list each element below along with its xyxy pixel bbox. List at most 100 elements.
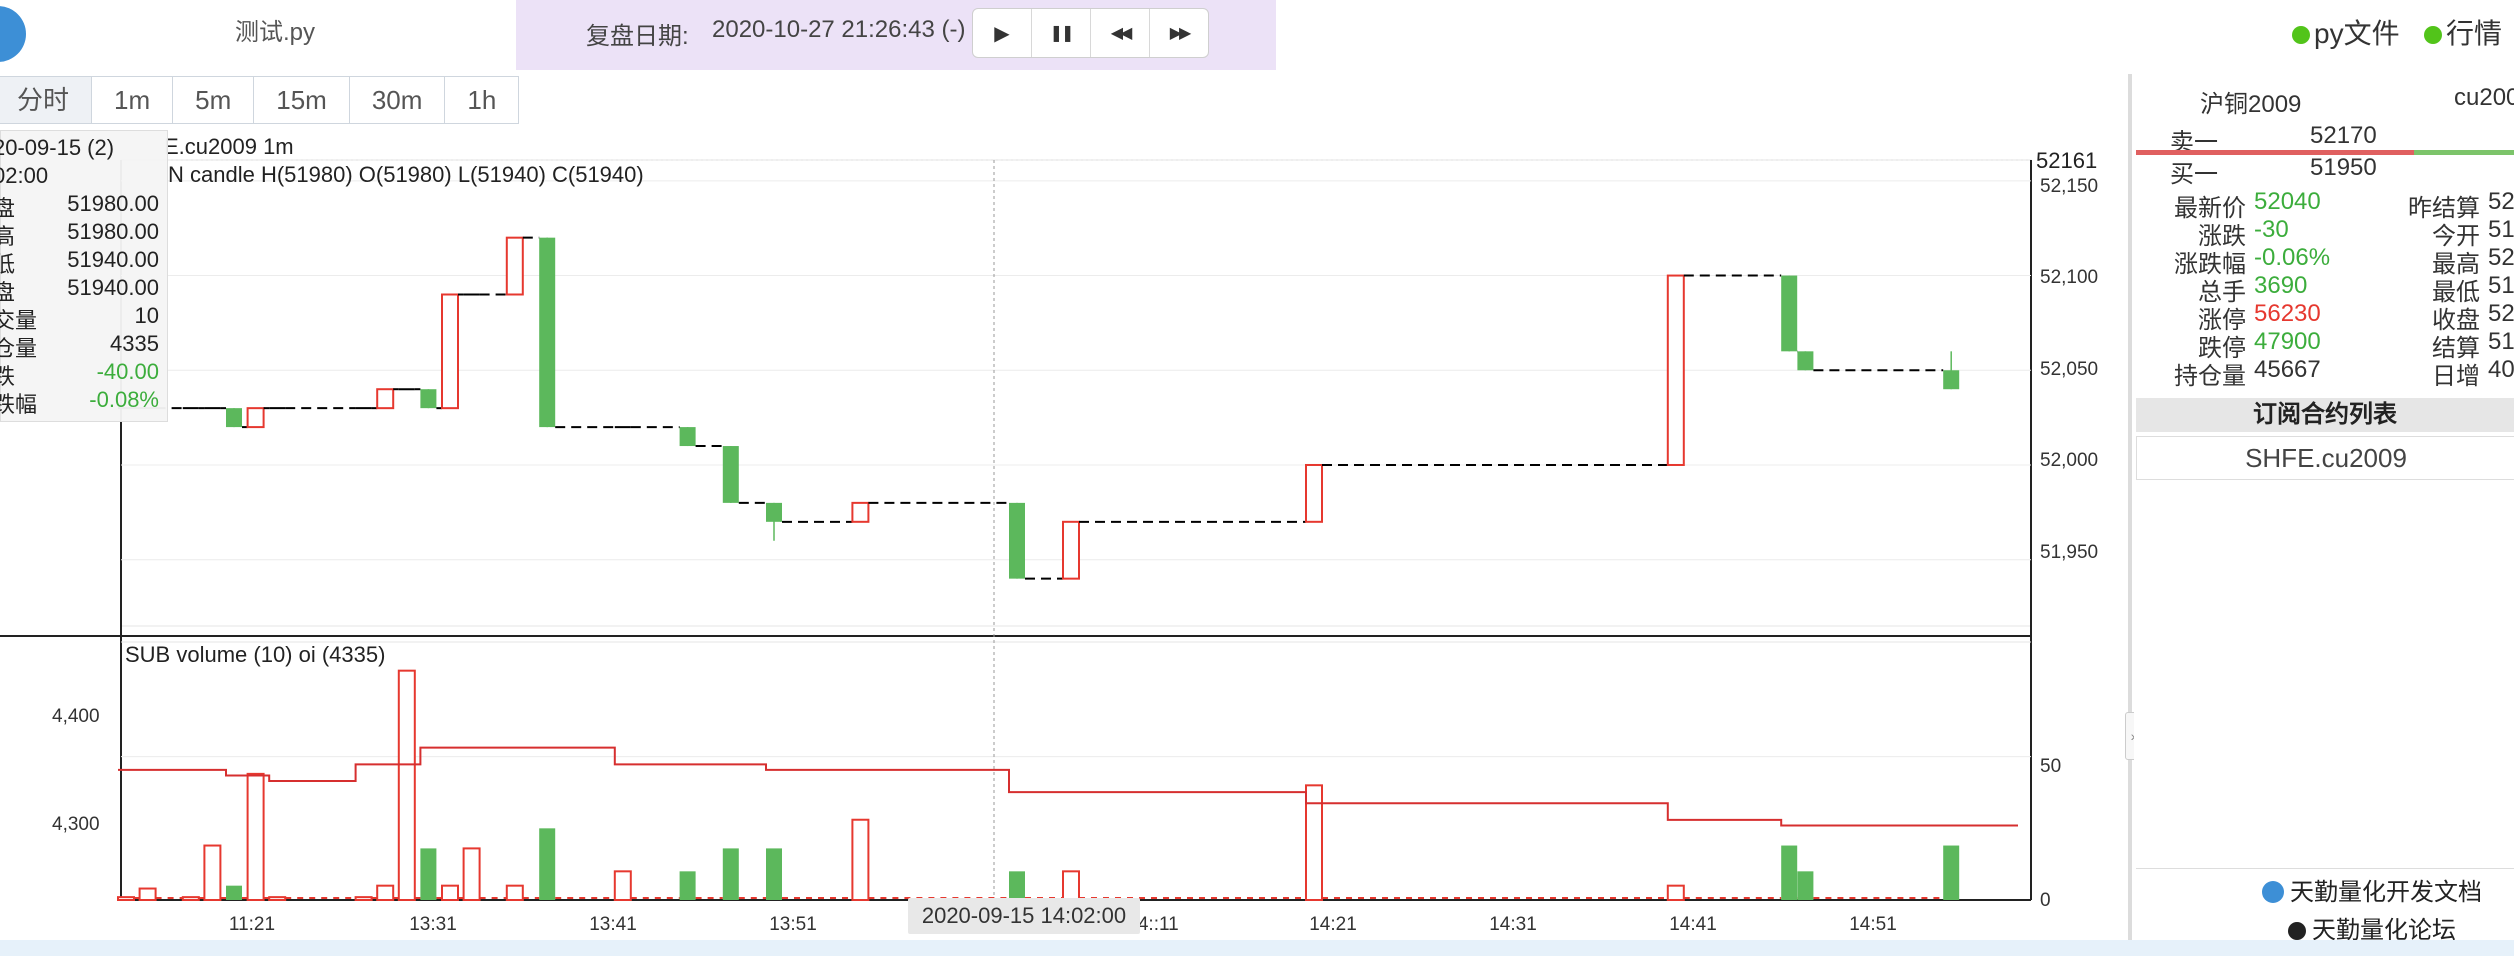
subscription-list-header: 订阅合约列表 [2136,398,2514,432]
panel-separator [2128,74,2132,940]
tab-5m[interactable]: 5m [173,77,255,123]
field-value: 52040 [2254,188,2321,215]
play-button[interactable]: ▶ [973,9,1032,57]
field-label: 持仓量 [2174,363,2246,390]
oi-tick: 4,300 [52,814,100,835]
volume-bar [462,847,481,902]
tooltip-value: 51940.00 [67,247,159,272]
volume-bar [268,896,287,902]
volume-bar [354,896,373,902]
replay-bar: 复盘日期: 2020-10-27 21:26:43 (-) ▶ ❚❚ ◀◀ ▶▶ [516,0,1276,70]
candle [539,237,556,428]
top-bar: 测试.py 复盘日期: 2020-10-27 21:26:43 (-) ▶ ❚❚… [0,0,2514,70]
main-legend: N candle H(51980) O(51980) L(51940) C(51… [168,162,644,187]
tooltip-label: 跌幅 [0,392,38,417]
volume-bar [226,885,242,900]
time-tick: 11:21 [229,914,275,935]
candle [1943,370,1960,390]
field-value: 52 [2488,244,2514,271]
py-file-link[interactable]: py文件 [2292,12,2400,52]
field-value: -30 [2254,216,2289,243]
app-logo-icon [0,6,26,62]
replay-date-label: 复盘日期: [586,23,689,50]
replay-controls: ▶ ❚❚ ◀◀ ▶▶ [972,8,1209,58]
bid-label: 买一 [2170,161,2218,188]
tab-timeshare[interactable]: 分时 [0,77,93,123]
candle [679,427,696,447]
volume-bar [1062,870,1080,901]
tooltip-date: 20-09-15 (2) [0,135,115,160]
field-value: 52 [2488,300,2514,327]
field-value: 3690 [2254,272,2308,299]
volume-bar [1797,871,1814,900]
candle [226,408,242,428]
volume-bar [1943,845,1960,900]
volume-bar [1666,884,1685,902]
volume-bar [138,887,157,901]
price-tick: 52,000 [2040,450,2098,471]
tooltip-value: 4335 [110,331,159,356]
candle [766,502,782,522]
tab-15m[interactable]: 15m [254,77,350,123]
docs-icon [2262,881,2284,903]
market-link[interactable]: 行情 [2424,12,2502,52]
time-tick: 13:41 [589,914,637,935]
bid-price: 51950 [2310,154,2377,181]
tab-1h[interactable]: 1h [445,77,519,123]
divider [2136,868,2514,869]
top-price-label: 52161 [2036,148,2097,173]
field-value: 47900 [2254,328,2321,355]
candle [1666,274,1685,466]
candle [851,501,870,523]
volume-tick: 50 [2040,756,2061,777]
volume-bar [397,669,416,902]
volume-layer [117,669,1960,902]
field-value: 52 [2488,188,2514,215]
field-value: -0.06% [2254,244,2331,271]
tooltip-value: -40.00 [96,359,159,384]
docs-link-label: 天勤量化开发文档 [2290,879,2482,906]
tab-30m[interactable]: 30m [349,77,446,123]
volume-bar [203,844,222,901]
subscription-item[interactable]: SHFE.cu2009 [2136,436,2514,480]
status-dot-icon [2292,26,2310,44]
tooltip-value: 51980.00 [67,219,159,244]
status-dot-icon [2424,26,2442,44]
candle [441,293,459,410]
field-value: 40 [2488,356,2514,383]
fast-forward-icon: ▶▶ [1169,25,1192,42]
bid-bar [2414,150,2514,155]
field-label: 日增 [2432,363,2480,390]
tab-1m[interactable]: 1m [92,77,174,123]
candles-layer [118,236,1960,580]
candle [505,236,524,296]
time-tick: 14:21 [1309,914,1357,935]
market-label: 行情 [2446,18,2503,49]
kline-chart[interactable]: E.cu2009 1m N candle H(51980) O(51980) L… [0,130,2128,940]
volume-tick: 0 [2040,890,2051,911]
replay-datetime: 2020-10-27 21:26:43 (-) [712,16,966,43]
volume-bar [722,848,739,900]
volume-bar [613,870,632,901]
symbol-label: E.cu2009 1m [164,134,294,159]
time-tick: 14:41 [1669,914,1717,935]
candle [420,389,437,409]
fast-forward-button[interactable]: ▶▶ [1150,9,1208,57]
candle [722,446,739,503]
candle [1797,351,1814,371]
price-tick: 52,100 [2040,267,2098,288]
volume-bar [117,896,135,902]
candle [1009,502,1025,579]
volume-bar [851,818,870,902]
sub-legend: SUB volume (10) oi (4335) [125,642,385,667]
ask-price: 52170 [2310,122,2377,149]
oi-tick: 4,400 [52,706,100,727]
rewind-button[interactable]: ◀◀ [1091,9,1150,57]
tooltip-value: 51980.00 [67,191,159,216]
volume-bar [679,871,696,900]
pause-button[interactable]: ❚❚ [1032,9,1091,57]
docs-link[interactable]: 天勤量化开发文档 [2262,872,2482,907]
volume-bar [181,896,200,902]
candle [1062,520,1080,580]
time-tick: 13:31 [409,914,457,935]
